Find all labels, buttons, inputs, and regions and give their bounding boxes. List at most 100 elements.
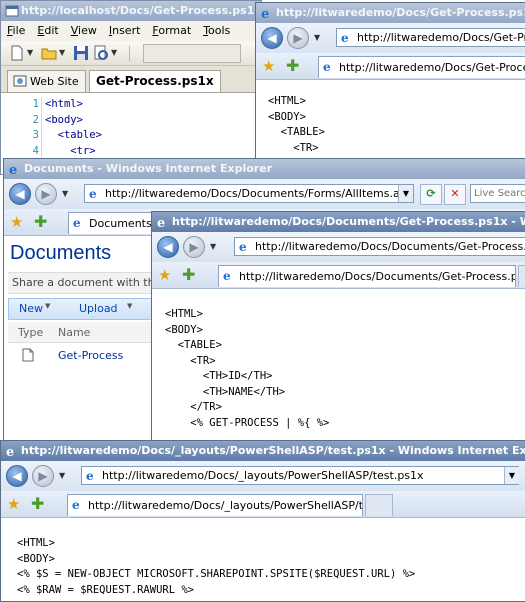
svg-text:e: e (9, 163, 17, 176)
menu-format[interactable]: Format (152, 24, 191, 37)
line-numbers: 1 2 3 4 (32, 98, 39, 157)
editor-document-tabs: Web Site Get-Process.ps1x (1, 66, 261, 93)
page-icon: e (341, 31, 349, 44)
ie-window-documents-get-process: e http://litwaredemo/Docs/Documents/Get-… (151, 211, 525, 443)
ie3-tab[interactable]: e http://litwaredemo/Docs/_layouts/Power… (67, 494, 363, 516)
tab-web-site-label: Web Site (30, 75, 79, 88)
history-dropdown-icon[interactable]: ▼ (210, 242, 216, 251)
svg-text:e: e (239, 240, 247, 253)
favorites-star-icon[interactable]: ★ (158, 266, 171, 284)
new-dropdown-icon[interactable]: ▼ (45, 302, 50, 310)
ie1-content: <HTML> <BODY> <TABLE> <TR> (256, 80, 525, 156)
ie2-title-bar[interactable]: e http://litwaredemo/Docs/Documents/Get-… (152, 212, 525, 232)
new-menu[interactable]: New (19, 302, 43, 315)
ie3-address-bar[interactable]: e http://litwaredemo/Docs/_layouts/Power… (81, 466, 519, 485)
add-favorites-icon[interactable]: ✚ (31, 494, 44, 513)
ie1-address-bar[interactable]: e http://litwaredemo/Docs/Get-Process.ps… (336, 28, 525, 47)
svg-text:e: e (261, 7, 269, 20)
ie3-content: <HTML> <BODY> <% $S = NEW-OBJECT MICROSO… (1, 518, 525, 598)
preview-dropdown-icon[interactable]: ▼ (111, 48, 117, 57)
list-item[interactable]: Get-Process (8, 346, 158, 366)
editor-window: http://localhost/Docs/Get-Process.ps1x F… (0, 0, 262, 175)
tab-web-site[interactable]: Web Site (7, 70, 86, 92)
live-search-input[interactable] (470, 184, 525, 203)
upload-dropdown-icon[interactable]: ▼ (127, 302, 132, 310)
forward-button[interactable]: ▶ (183, 236, 205, 258)
svg-text:e: e (6, 445, 14, 458)
menu-file[interactable]: File (7, 24, 25, 37)
column-type[interactable]: Type (18, 326, 43, 339)
add-favorites-icon[interactable]: ✚ (182, 265, 195, 284)
new-file-icon[interactable] (9, 45, 25, 61)
preview-icon[interactable] (93, 45, 109, 61)
svg-text:e: e (223, 269, 231, 282)
history-dropdown-icon[interactable]: ▼ (59, 471, 65, 480)
svg-text:e: e (72, 498, 80, 511)
ie-icon: e (9, 163, 17, 176)
ie-window-test: e http://litwaredemo/Docs/_layouts/Power… (0, 440, 525, 602)
ie2-tab-label: http://litwaredemo/Docs/Documents/Get-Pr… (239, 270, 516, 283)
editor-title-bar[interactable]: http://localhost/Docs/Get-Process.ps1x (1, 1, 261, 21)
save-icon[interactable] (73, 45, 89, 61)
tab-get-process-label: Get-Process.ps1x (96, 74, 214, 88)
tab-page-icon: e (73, 216, 81, 229)
tab-get-process[interactable]: Get-Process.ps1x (89, 70, 221, 92)
menu-insert[interactable]: Insert (109, 24, 141, 37)
ie1-title-bar[interactable]: e http://litwaredemo/Docs/Get-Process.ps… (256, 3, 525, 23)
address-dropdown-button[interactable]: ▼ (398, 185, 413, 202)
ie2-address-bar[interactable]: e http://litwaredemo/Docs/Documents/Get-… (234, 237, 525, 256)
style-dropdown[interactable] (143, 44, 241, 63)
ie1-tab-label: http://litwaredemo/Docs/Get-Process.ps1x (339, 61, 525, 74)
ie2-tab[interactable]: e http://litwaredemo/Docs/Documents/Get-… (218, 265, 516, 287)
toolbar-separator (129, 46, 130, 61)
ie3-title-bar[interactable]: e http://litwaredemo/Docs/_layouts/Power… (1, 441, 525, 461)
add-favorites-icon[interactable]: ✚ (286, 56, 299, 75)
svg-text:e: e (86, 469, 94, 482)
back-button[interactable]: ◀ (9, 183, 31, 205)
menu-view[interactable]: View (71, 24, 97, 37)
ie1-tab[interactable]: e http://litwaredemo/Docs/Get-Process.ps… (318, 56, 525, 78)
upload-menu[interactable]: Upload (79, 302, 118, 315)
list-header: Type Name (8, 322, 158, 343)
docs-title-bar[interactable]: e Documents - Windows Internet Explorer (4, 159, 525, 179)
ie1-content-text: <HTML> <BODY> <TABLE> <TR> (268, 95, 325, 154)
history-dropdown-icon[interactable]: ▼ (62, 189, 68, 198)
address-dropdown-button[interactable]: ▼ (504, 467, 519, 484)
history-dropdown-icon[interactable]: ▼ (314, 33, 320, 42)
editor-menu-bar: File Edit View Insert Format Tools (1, 21, 261, 41)
ie3-tab-label: http://litwaredemo/Docs/_layouts/PowerSh… (88, 499, 363, 512)
page-icon: e (89, 187, 97, 200)
column-name[interactable]: Name (58, 326, 90, 339)
open-dropdown-icon[interactable]: ▼ (59, 48, 65, 57)
ie1-tab-row: ★ ✚ e http://litwaredemo/Docs/Get-Proces… (256, 53, 525, 80)
favorites-star-icon[interactable]: ★ (7, 495, 20, 513)
new-tab-button[interactable] (365, 494, 393, 516)
ie2-address-text: http://litwaredemo/Docs/Documents/Get-Pr… (255, 240, 525, 253)
ie3-title: http://litwaredemo/Docs/_layouts/PowerSh… (21, 444, 525, 457)
new-dropdown-icon[interactable]: ▼ (27, 48, 33, 57)
favorites-star-icon[interactable]: ★ (10, 213, 23, 231)
favorites-star-icon[interactable]: ★ (262, 57, 275, 75)
menu-edit[interactable]: Edit (37, 24, 58, 37)
docs-tab[interactable]: e Documents (68, 212, 158, 234)
refresh-icon[interactable]: ⟳ (420, 184, 442, 205)
forward-button[interactable]: ▶ (287, 27, 309, 49)
ie2-tab-row: ★ ✚ e http://litwaredemo/Docs/Documents/… (152, 262, 525, 289)
add-favorites-icon[interactable]: ✚ (34, 212, 47, 231)
new-tab-button[interactable] (518, 265, 525, 287)
editor-code: <html> <body> <table> <tr> (45, 98, 102, 157)
forward-button[interactable]: ▶ (32, 465, 54, 487)
page-heading: Documents (10, 242, 112, 264)
svg-text:e: e (341, 31, 349, 44)
list-item-name[interactable]: Get-Process (58, 349, 123, 362)
ie-icon: e (157, 216, 165, 229)
forward-button[interactable]: ▶ (35, 183, 57, 205)
ie-window-get-process: e http://litwaredemo/Docs/Get-Process.ps… (255, 2, 525, 177)
open-folder-icon[interactable] (41, 45, 57, 61)
back-button[interactable]: ◀ (157, 236, 179, 258)
back-button[interactable]: ◀ (6, 465, 28, 487)
docs-address-bar[interactable]: e http://litwaredemo/Docs/Documents/Form… (84, 184, 414, 203)
back-button[interactable]: ◀ (261, 27, 283, 49)
menu-tools[interactable]: Tools (203, 24, 230, 37)
stop-icon[interactable]: ✕ (444, 184, 466, 205)
